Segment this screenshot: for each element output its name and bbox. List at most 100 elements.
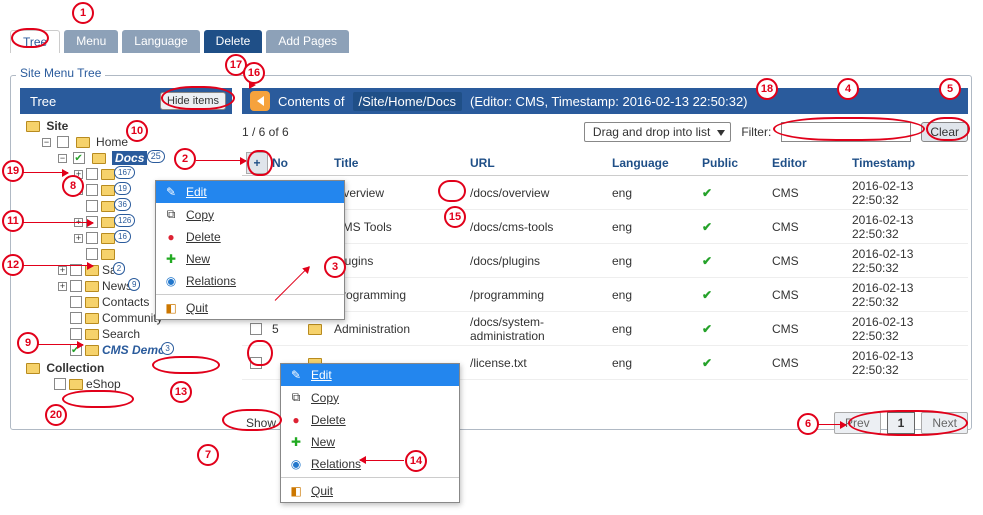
ctx-relations[interactable]: ◉Relations: [281, 453, 459, 475]
col-timestamp[interactable]: Timestamp: [852, 156, 962, 170]
checkbox[interactable]: [86, 184, 98, 196]
checkbox[interactable]: [57, 136, 69, 148]
tab-delete[interactable]: Delete: [204, 30, 263, 53]
folder-icon: [101, 217, 115, 228]
ctx-copy[interactable]: ⧉ Copy: [281, 386, 459, 409]
cell-lang: eng: [612, 322, 702, 336]
hide-items-button[interactable]: Hide items: [160, 92, 226, 110]
collapse-icon[interactable]: −: [42, 138, 51, 147]
expand-icon[interactable]: +: [74, 170, 83, 179]
ctx-quit[interactable]: ◧Quit: [156, 297, 344, 319]
badge: 16: [114, 230, 131, 243]
edit-icon: ✎: [164, 185, 178, 199]
new-icon: ✚: [289, 435, 303, 449]
cell-editor: CMS: [772, 254, 852, 268]
col-url[interactable]: URL: [470, 156, 612, 170]
delete-icon: ●: [164, 230, 178, 244]
checkbox[interactable]: [70, 264, 82, 276]
checkbox-checked[interactable]: [70, 344, 82, 356]
expand-icon[interactable]: +: [74, 234, 83, 243]
new-icon: ✚: [164, 252, 178, 266]
cell-public: ✔: [702, 322, 772, 336]
col-editor[interactable]: Editor: [772, 156, 852, 170]
ctx-copy[interactable]: ⧉Copy: [156, 203, 344, 226]
checkbox[interactable]: [86, 248, 98, 260]
checkbox[interactable]: [70, 280, 82, 292]
table-row[interactable]: 5 Administration /docs/system-administra…: [242, 312, 968, 346]
checkbox-checked[interactable]: [73, 152, 85, 164]
folder-icon: [101, 201, 115, 212]
table-row[interactable]: Plugins /docs/plugins eng ✔ CMS 2016-02-…: [242, 244, 968, 278]
folder-icon: [85, 281, 99, 292]
checkbox[interactable]: [86, 168, 98, 180]
tree-header: Tree Hide items: [20, 88, 232, 114]
tree-label: Community: [102, 311, 163, 325]
copy-icon: ⧉: [289, 390, 303, 405]
tree-node-eshop[interactable]: eShop: [42, 376, 232, 392]
expand-icon[interactable]: +: [58, 266, 67, 275]
tree-node-cms-demo[interactable]: CMS Demo3: [58, 342, 232, 358]
ctx-label: Copy: [311, 391, 339, 405]
expand-icon[interactable]: +: [74, 186, 83, 195]
collapse-icon[interactable]: −: [58, 154, 67, 163]
folder-icon: [26, 363, 40, 374]
checkbox[interactable]: [70, 296, 82, 308]
table-row[interactable]: CMS Tools /docs/cms-tools eng ✔ CMS 2016…: [242, 210, 968, 244]
back-button[interactable]: [250, 91, 270, 111]
checkbox[interactable]: [86, 216, 98, 228]
ctx-delete[interactable]: ●Delete: [281, 409, 459, 431]
tab-add-pages[interactable]: Add Pages: [266, 30, 349, 53]
cell-editor: CMS: [772, 356, 852, 370]
ctx-new[interactable]: ✚New: [156, 248, 344, 270]
tab-language[interactable]: Language: [122, 30, 199, 53]
col-no[interactable]: No: [272, 156, 308, 170]
relations-icon: ◉: [289, 457, 303, 471]
checkbox[interactable]: [70, 328, 82, 340]
cell-ts: 2016-02-13 22:50:32: [852, 281, 962, 309]
ctx-edit[interactable]: ✎Edit: [156, 181, 344, 203]
checkbox[interactable]: [86, 232, 98, 244]
ctx-label: Quit: [311, 484, 333, 498]
tree-context-menu: ✎Edit ⧉Copy ●Delete ✚New ◉Relations ◧Qui…: [155, 180, 345, 320]
checkbox[interactable]: [54, 378, 66, 390]
tree-label-docs-selected: Docs: [112, 151, 147, 165]
expand-icon[interactable]: +: [74, 218, 83, 227]
table-row[interactable]: Overview /docs/overview eng ✔ CMS 2016-0…: [242, 176, 968, 210]
row-checkbox[interactable]: [250, 357, 262, 369]
cell-public: ✔: [702, 220, 772, 234]
prev-button[interactable]: Prev: [834, 412, 881, 434]
clear-button[interactable]: Clear: [921, 122, 968, 142]
tree-node-search[interactable]: Search: [58, 326, 232, 342]
ctx-new[interactable]: ✚New: [281, 431, 459, 453]
separator: [281, 477, 459, 478]
ctx-delete[interactable]: ●Delete: [156, 226, 344, 248]
add-row-button[interactable]: +: [246, 152, 268, 174]
checkbox[interactable]: [70, 312, 82, 324]
content-meta: (Editor: CMS, Timestamp: 2016-02-13 22:5…: [470, 94, 747, 109]
next-button[interactable]: Next: [921, 412, 968, 434]
badge: 2: [113, 262, 125, 275]
col-public[interactable]: Public: [702, 156, 772, 170]
row-checkbox[interactable]: [250, 323, 262, 335]
ctx-quit[interactable]: ◧ Quit: [281, 480, 459, 502]
tree-node-collection[interactable]: Collection eShop: [26, 360, 232, 392]
cell-public: ✔: [702, 288, 772, 302]
expand-icon[interactable]: +: [58, 282, 67, 291]
folder-icon: [85, 329, 99, 340]
tab-tree[interactable]: Tree: [10, 30, 60, 53]
table-row[interactable]: Programming /programming eng ✔ CMS 2016-…: [242, 278, 968, 312]
checkbox[interactable]: [86, 200, 98, 212]
tree-label: Contacts: [102, 295, 149, 309]
tab-menu[interactable]: Menu: [64, 30, 118, 53]
ctx-relations[interactable]: ◉Relations: [156, 270, 344, 292]
drag-drop-select[interactable]: Drag and drop into list: [584, 122, 731, 142]
col-lang[interactable]: Language: [612, 156, 702, 170]
cell-lang: eng: [612, 356, 702, 370]
col-title[interactable]: Title: [334, 156, 470, 170]
quit-icon: ◧: [289, 484, 303, 498]
folder-icon: [85, 265, 99, 276]
cell-ts: 2016-02-13 22:50:32: [852, 349, 962, 377]
ctx-label: Edit: [311, 368, 332, 382]
ctx-edit[interactable]: ✎Edit: [281, 364, 459, 386]
filter-input[interactable]: [781, 122, 911, 142]
